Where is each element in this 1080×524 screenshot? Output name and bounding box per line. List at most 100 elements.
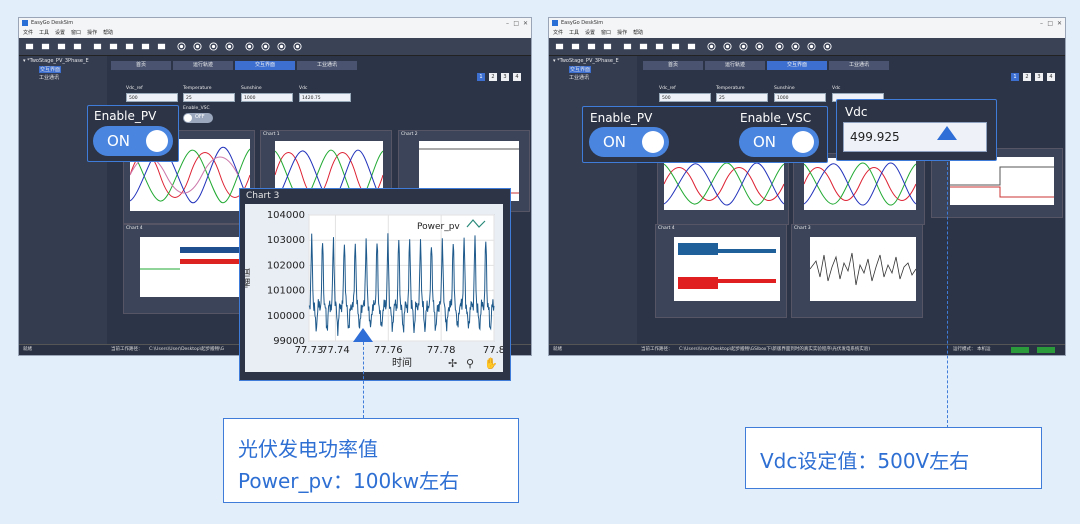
menu-tools[interactable]: 工具	[569, 30, 579, 36]
app-title: EasyGo DeskSim	[31, 20, 74, 26]
field-vdc[interactable]: 1420.75	[299, 93, 351, 102]
module-icon-3[interactable]	[655, 42, 664, 51]
monitor-icon[interactable]	[261, 42, 270, 51]
enable-pv-state-right: ON	[603, 133, 627, 151]
menu-help[interactable]: 帮助	[633, 30, 643, 36]
field-label-temperature: Temperature	[183, 86, 212, 91]
maximize-icon[interactable]: □	[1047, 18, 1053, 29]
info-icon[interactable]	[293, 42, 302, 51]
y-tick-label: 101000	[267, 286, 305, 297]
tab-trajectory[interactable]: 运行轨迹	[173, 61, 233, 70]
menu-tools[interactable]: 工具	[39, 30, 49, 36]
menu-window[interactable]: 窗口	[601, 30, 611, 36]
page-button-4[interactable]: 4	[1047, 73, 1055, 81]
field-sunshine[interactable]: 1000	[241, 93, 293, 102]
folder-icon[interactable]	[57, 42, 66, 51]
close-icon[interactable]: ✕	[1057, 18, 1062, 29]
module-icon-4[interactable]	[671, 42, 680, 51]
tree-item-industrial-comm[interactable]: 工业通讯	[569, 74, 589, 81]
stop-icon[interactable]	[755, 42, 764, 51]
enable-pv-toggle-right[interactable]: ON	[589, 127, 669, 157]
chart-2-trace-top	[950, 166, 1054, 186]
tab-interactive[interactable]: 交互界面	[235, 61, 295, 70]
page-button-3[interactable]: 3	[1035, 73, 1043, 81]
tree-item-interactive[interactable]: 交互界面	[569, 66, 592, 73]
monitor-icon[interactable]	[791, 42, 800, 51]
menu-file[interactable]: 文件	[23, 30, 33, 36]
record-icon[interactable]	[193, 42, 202, 51]
module-icon-2[interactable]	[639, 42, 648, 51]
open-folder-icon[interactable]	[41, 42, 50, 51]
enable-vsc-small-toggle[interactable]: OFF	[183, 113, 213, 123]
save-icon[interactable]	[603, 42, 612, 51]
module-icon-1[interactable]	[623, 42, 632, 51]
enable-vsc-toggle[interactable]: ON	[739, 127, 819, 157]
help-icon[interactable]	[277, 42, 286, 51]
menu-settings[interactable]: 设置	[585, 30, 595, 36]
tree-item-industrial-comm[interactable]: 工业通讯	[39, 74, 59, 81]
menu-help[interactable]: 帮助	[103, 30, 113, 36]
minimize-icon[interactable]: –	[506, 18, 509, 29]
minimize-icon[interactable]: –	[1040, 18, 1043, 29]
tab-interactive[interactable]: 交互界面	[767, 61, 827, 70]
record-icon[interactable]	[723, 42, 732, 51]
record-icon-2[interactable]	[209, 42, 218, 51]
menu-window[interactable]: 窗口	[71, 30, 81, 36]
tree-item-interactive[interactable]: 交互界面	[39, 66, 62, 73]
chart-4-svg	[678, 243, 776, 289]
vdc-value-field[interactable]: 499.925	[843, 122, 987, 152]
info-icon[interactable]	[823, 42, 832, 51]
tree-root-project[interactable]: ▾ *TwoStage_PV_3Phase_E	[553, 58, 619, 64]
terminal-icon[interactable]	[687, 42, 696, 51]
field-label-vdc-ref: Vdc_ref	[126, 86, 143, 91]
tree-root-project[interactable]: ▾ *TwoStage_PV_3Phase_E	[23, 58, 89, 64]
page-button-1[interactable]: 1	[477, 73, 485, 81]
run-icon[interactable]	[707, 42, 716, 51]
page-button-4[interactable]: 4	[513, 73, 521, 81]
menu-file[interactable]: 文件	[553, 30, 563, 36]
field-vdc-ref[interactable]: 500	[126, 93, 178, 102]
chart-3-title: Chart 3	[246, 191, 280, 201]
run-icon[interactable]	[177, 42, 186, 51]
stop-icon[interactable]	[225, 42, 234, 51]
module-icon-4[interactable]	[141, 42, 150, 51]
field-vdc-ref[interactable]: 500	[659, 93, 711, 102]
help-icon[interactable]	[807, 42, 816, 51]
chart-4-title: Chart 4	[658, 226, 675, 231]
page-button-2[interactable]: 2	[1023, 73, 1031, 81]
chart-3-x-ticks: 77.7377.74 77.76 77.78 77.8	[295, 345, 505, 356]
tab-industrial[interactable]: 工业通讯	[829, 61, 889, 70]
record-icon-2[interactable]	[739, 42, 748, 51]
menu-operate[interactable]: 操作	[617, 30, 627, 36]
tab-trajectory[interactable]: 运行轨迹	[705, 61, 765, 70]
menu-operate[interactable]: 操作	[87, 30, 97, 36]
field-temperature[interactable]: 25	[183, 93, 235, 102]
close-icon[interactable]: ✕	[523, 18, 528, 29]
enable-vsc-label: Enable_VSC	[740, 111, 812, 125]
maximize-icon[interactable]: □	[513, 18, 519, 29]
module-icon-3[interactable]	[125, 42, 134, 51]
menu-settings[interactable]: 设置	[55, 30, 65, 36]
enable-pv-toggle[interactable]: ON	[93, 126, 173, 156]
module-icon-1[interactable]	[93, 42, 102, 51]
tab-industrial[interactable]: 工业通讯	[297, 61, 357, 70]
module-icon-2[interactable]	[109, 42, 118, 51]
new-file-icon[interactable]	[555, 42, 564, 51]
open-folder-icon[interactable]	[571, 42, 580, 51]
field-sunshine[interactable]: 1000	[774, 93, 826, 102]
terminal-icon[interactable]	[157, 42, 166, 51]
new-file-icon[interactable]	[25, 42, 34, 51]
toggle-knob	[642, 131, 664, 153]
tab-home[interactable]: 首页	[643, 61, 703, 70]
field-temperature[interactable]: 25	[716, 93, 768, 102]
tab-home[interactable]: 首页	[111, 61, 171, 70]
page-button-1[interactable]: 1	[1011, 73, 1019, 81]
dashed-connector-left	[363, 342, 364, 418]
save-icon[interactable]	[73, 42, 82, 51]
page-button-3[interactable]: 3	[501, 73, 509, 81]
location-icon[interactable]	[245, 42, 254, 51]
folder-icon[interactable]	[587, 42, 596, 51]
page-button-2[interactable]: 2	[489, 73, 497, 81]
location-icon[interactable]	[775, 42, 784, 51]
chart-2-plot	[950, 157, 1054, 205]
